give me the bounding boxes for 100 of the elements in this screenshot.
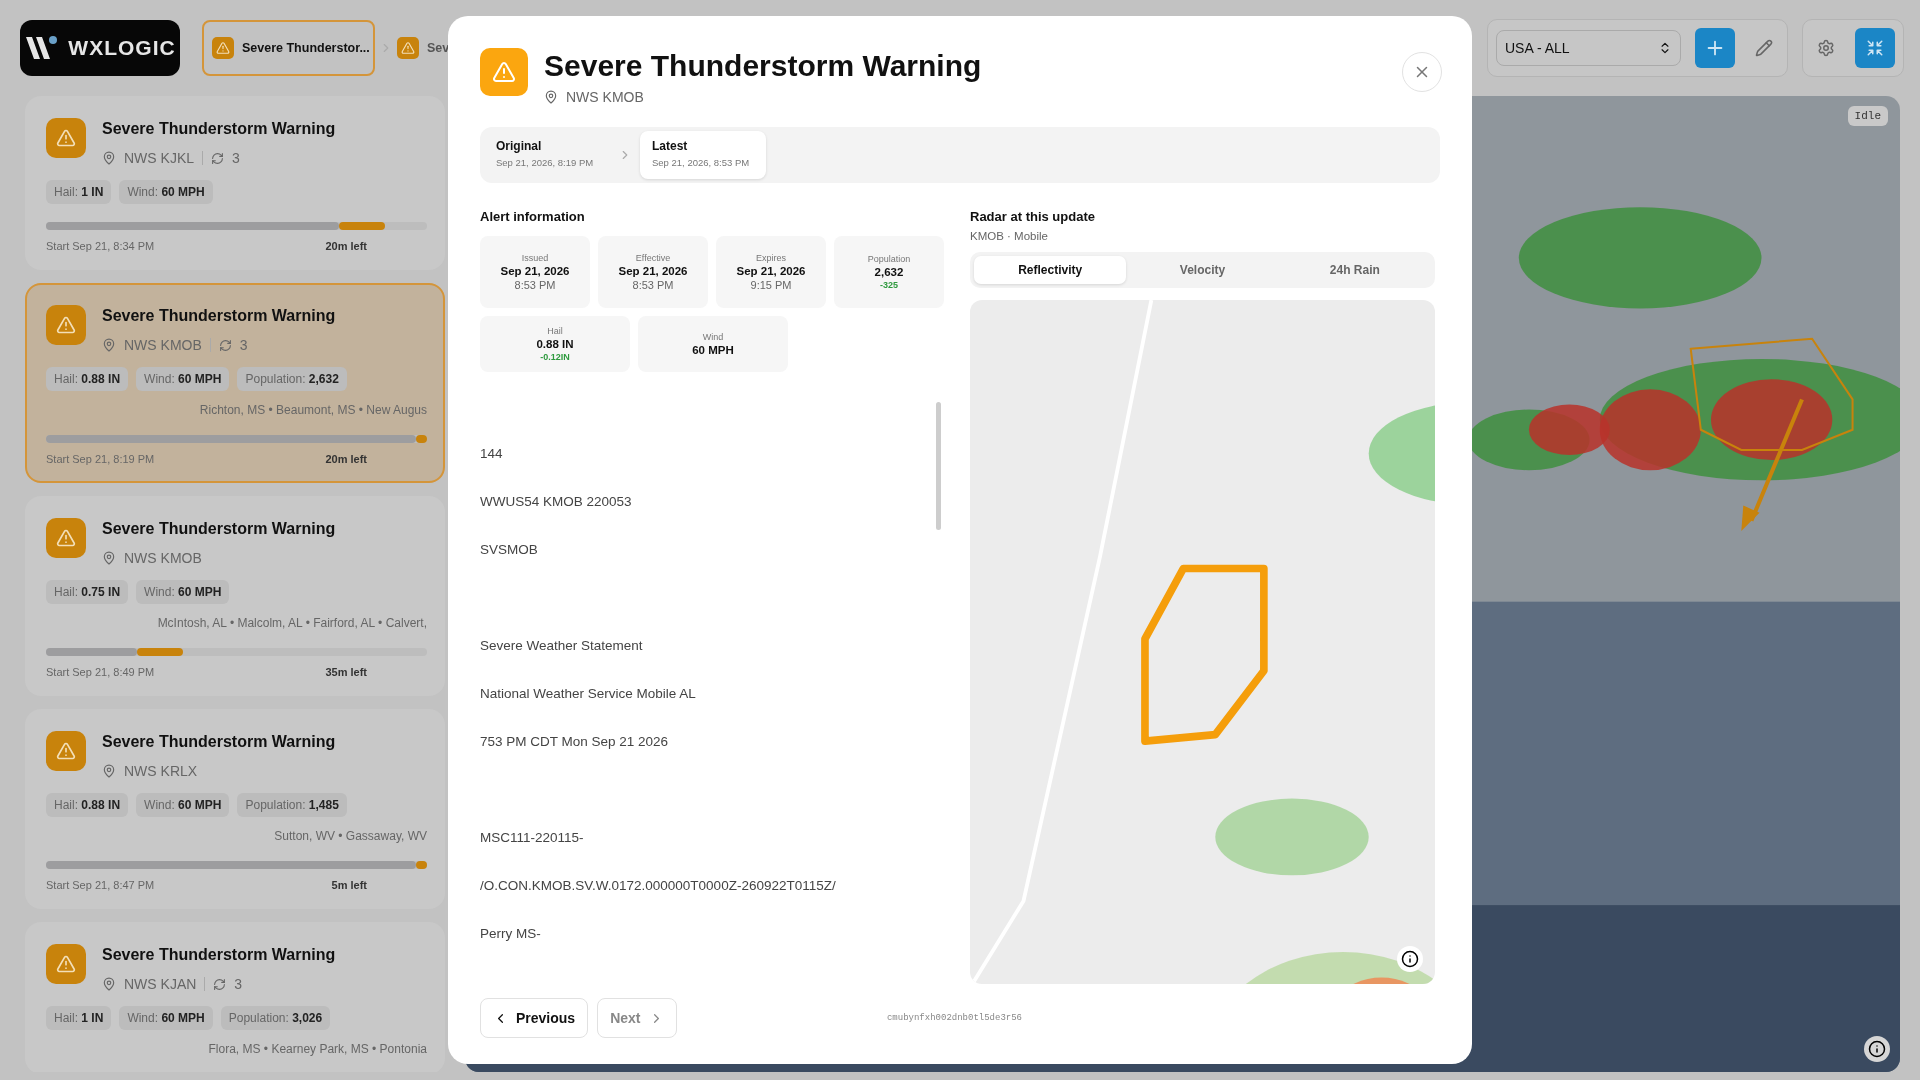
metric-chip: Hail: 0.88 IN (46, 793, 129, 817)
alert-card[interactable]: Severe Thunderstorm Warning NWS KJKL 3 Hail: 1 IN Wind: 60 MPH Start Sep 21, 8:34 PM 20m left (25, 96, 445, 270)
version-tab[interactable]: Original Sep 21, 2026, 8:19 PM (484, 131, 610, 179)
places-text: Sutton, WV • Gassaway, WV (273, 829, 427, 843)
pin-icon (102, 977, 116, 991)
pin-icon (544, 90, 558, 104)
pencil-icon (1755, 39, 1773, 57)
metric-chip: Hail: 0.75 IN (46, 580, 129, 604)
previous-button[interactable]: Previous (480, 998, 589, 1038)
dialog-title: Severe Thunderstorm Warning (544, 49, 982, 83)
record-id: cmubynfxh002dnb0tl5de3r56 (886, 1013, 1022, 1023)
metric-chip: Population: 1,485 (237, 793, 347, 817)
pin-icon (102, 551, 116, 565)
office-label: NWS KMOB (124, 337, 202, 353)
alert-card[interactable]: Severe Thunderstorm Warning NWS KRLX Hail: 0.88 IN Wind: 60 MPH Population: 1,485 Sutton, WV • Gassaway, WV Start Sep 21, 8:47 PM 5m left (25, 709, 445, 909)
warning-icon (397, 37, 419, 59)
office-label: NWS KJKL (124, 150, 194, 166)
stat-tile: Population 2,632 -325 (834, 236, 944, 308)
time-left: 20m left (325, 453, 367, 465)
remaining-fill (415, 435, 427, 443)
bulletin-line: 753 PM CDT Mon Sep 21 2026 (480, 734, 670, 748)
radar-tab[interactable]: Reflectivity (974, 256, 1127, 284)
radar-tab[interactable]: 24h Rain (1278, 256, 1431, 284)
bulletin-line: SVSMOB (480, 542, 539, 556)
radar-tab[interactable]: Velocity (1126, 256, 1279, 284)
pin-icon (102, 338, 116, 352)
update-count: 3 (239, 337, 248, 353)
section-heading: Radar at this update (970, 209, 1096, 224)
stat-tile: Wind 60 MPH (638, 316, 788, 372)
metric-chip: Wind: 60 MPH (119, 1006, 213, 1030)
pin-icon (102, 151, 116, 165)
office-label: NWS KMOB (566, 89, 644, 105)
start-time: Start Sep 21, 8:49 PM (46, 666, 155, 678)
update-count: 3 (232, 150, 240, 166)
bulletin-line: National Weather Service Mobile AL (480, 686, 697, 700)
alert-card[interactable]: Severe Thunderstorm Warning NWS KMOB 3 Hail: 0.88 IN Wind: 60 MPH Population: 2,632 Richton, MS • Beaumont, MS • New Augus Start Sep 21, 8:19 PM 20m left (25, 283, 445, 483)
stat-tile: Issued Sep 21, 2026 8:53 PM (480, 236, 590, 308)
alert-card[interactable]: Severe Thunderstorm Warning NWS KJAN 3 Hail: 1 IN Wind: 60 MPH Population: 3,026 Flora, MS • Kearney Park, MS • Pontonia (25, 922, 445, 1072)
office-label: NWS KMOB (124, 550, 202, 566)
version-tab[interactable]: Latest Sep 21, 2026, 8:53 PM (640, 131, 766, 179)
shrink-arrows-icon (1866, 39, 1884, 57)
metric-chip: Wind: 60 MPH (136, 580, 230, 604)
time-left: 35m left (325, 666, 367, 678)
radar-source: KMOB · Mobile (970, 230, 1049, 242)
warning-icon (480, 48, 528, 96)
remaining-fill (415, 861, 427, 869)
breadcrumb-tab[interactable]: Sev (397, 20, 450, 76)
metric-chip: Population: 3,026 (220, 1006, 331, 1030)
warning-icon (212, 37, 234, 59)
time-left: 5m left (331, 879, 367, 891)
warning-icon (46, 944, 86, 984)
metric-chip: Population: 2,632 (237, 367, 347, 391)
remaining-fill (339, 222, 386, 230)
places-text: Richton, MS • Beaumont, MS • New Augus (198, 403, 427, 417)
office-label: NWS KRLX (124, 763, 198, 779)
breadcrumb-tab[interactable]: Severe Thunderstor... (202, 20, 375, 76)
warning-icon (46, 305, 86, 345)
places-text: Flora, MS • Kearney Park, MS • Pontonia (207, 1042, 427, 1056)
bulletin-line: Perry MS- (480, 926, 542, 940)
refresh-icon (218, 338, 232, 352)
stat-tile: Expires Sep 21, 2026 9:15 PM (716, 236, 826, 308)
bulletin-line: /O.CON.KMOB.SV.W.0172.000000T0000Z-260922T0115Z/ (480, 878, 837, 892)
gear-icon (1817, 39, 1835, 57)
warning-icon (46, 118, 86, 158)
alert-title: Severe Thunderstorm Warning (102, 307, 336, 325)
status-badge: Idle (1847, 106, 1888, 126)
metric-chip: Hail: 1 IN (46, 180, 112, 204)
metric-chip: Wind: 60 MPH (136, 367, 230, 391)
collapse-button[interactable] (1855, 28, 1895, 68)
refresh-icon (211, 151, 224, 165)
metric-chip: Wind: 60 MPH (119, 180, 213, 204)
places-text: McIntosh, AL • Malcolm, AL • Fairford, AL • Calvert, (156, 616, 427, 630)
bulletin-line: 144 (480, 446, 504, 460)
start-time: Start Sep 21, 8:47 PM (46, 879, 155, 891)
add-button[interactable] (1695, 28, 1735, 68)
start-time: Start Sep 21, 8:34 PM (46, 240, 155, 252)
warning-icon (46, 518, 86, 558)
alert-title: Severe Thunderstorm Warning (102, 520, 336, 538)
alert-card[interactable]: Severe Thunderstorm Warning NWS KMOB Hail: 0.75 IN Wind: 60 MPH McIntosh, AL • Malcolm, AL • Fairford, AL • Calvert, Start Sep 21, 8:49 PM 35m left (25, 496, 445, 696)
update-count: 3 (234, 976, 243, 992)
region-select[interactable]: USA - ALL (1496, 30, 1681, 66)
close-button[interactable] (1402, 52, 1442, 92)
metric-chip: Hail: 0.88 IN (46, 367, 129, 391)
alert-title: Severe Thunderstorm Warning (102, 946, 336, 964)
info-icon (1401, 950, 1419, 968)
info-icon (1868, 1040, 1886, 1058)
alert-title: Severe Thunderstorm Warning (102, 120, 336, 138)
metric-chip: Hail: 1 IN (46, 1006, 112, 1030)
bulletin-line: WWUS54 KMOB 220053 (480, 494, 633, 508)
office-label: NWS KJAN (124, 976, 197, 992)
bulletin-line: MSC111-220115- (480, 830, 585, 844)
logo-text: WXLOGIC (68, 36, 176, 60)
stat-tile: Effective Sep 21, 2026 8:53 PM (598, 236, 708, 308)
start-time: Start Sep 21, 8:19 PM (46, 453, 155, 465)
pin-icon (102, 764, 116, 778)
alert-title: Severe Thunderstorm Warning (102, 733, 336, 751)
bulletin-line: Severe Weather Statement (480, 638, 644, 652)
stat-tile: Hail 0.88 IN -0.12IN (480, 316, 630, 372)
metric-chip: Wind: 60 MPH (136, 793, 230, 817)
scrollbar-thumb[interactable] (936, 402, 941, 530)
